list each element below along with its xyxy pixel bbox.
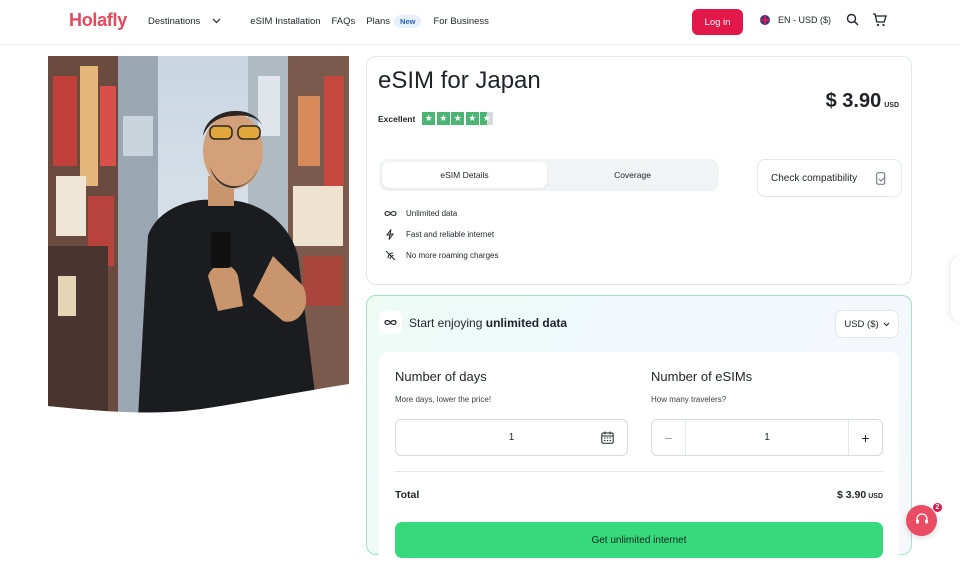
phone-check-icon — [876, 172, 887, 188]
star-icon: ★ — [422, 112, 436, 125]
days-title: Number of days — [395, 369, 487, 384]
rating-stars: ★ ★ ★ ★ ★ — [422, 112, 495, 125]
half-star-icon: ★ — [480, 112, 494, 125]
language-label: EN - USD ($) — [778, 15, 832, 25]
days-input[interactable]: 1 — [395, 419, 628, 456]
days-subtitle: More days, lower the price! — [395, 395, 492, 404]
esims-stepper: − 1 + — [651, 419, 883, 456]
nav-destinations[interactable]: Destinations — [148, 16, 239, 27]
product-tabs: eSIM Details Coverage — [379, 159, 719, 191]
login-button[interactable]: Log in — [692, 9, 743, 35]
feature-label: Fast and reliable internet — [406, 230, 495, 239]
rating: Excellent ★ ★ ★ ★ ★ — [378, 112, 495, 125]
product-card: eSIM for Japan Excellent ★ ★ ★ ★ ★ $ 3.9… — [366, 56, 912, 285]
get-unlimited-internet-button[interactable]: Get unlimited internet — [395, 522, 883, 558]
feature-item: Unlimited data — [383, 203, 498, 224]
lightning-icon — [383, 229, 397, 240]
days-value: 1 — [508, 432, 515, 443]
esims-value[interactable]: 1 — [686, 432, 848, 443]
feature-item: No more roaming charges — [383, 245, 498, 266]
esims-subtitle: How many travelers? — [651, 395, 727, 404]
chat-icon — [915, 512, 929, 530]
decrement-button[interactable]: − — [652, 420, 686, 455]
purchase-panel: Start enjoying unlimited data USD ($) Nu… — [366, 295, 912, 562]
currency-label: USD ($) — [844, 318, 879, 330]
star-icon: ★ — [465, 112, 479, 125]
currency-select[interactable]: USD ($) — [835, 310, 899, 338]
feature-label: Unlimited data — [406, 209, 458, 218]
language-selector[interactable]: EN - USD ($) — [760, 15, 831, 25]
panel-title: Start enjoying unlimited data — [409, 316, 567, 330]
main-nav: Destinations eSIM Installation FAQs Plan… — [148, 15, 500, 28]
price-amount: $ 3.90 — [825, 90, 882, 112]
tab-coverage[interactable]: Coverage — [549, 162, 716, 188]
uk-flag-icon — [760, 15, 770, 25]
tab-esim-details[interactable]: eSIM Details — [382, 162, 547, 188]
cart-icon[interactable] — [872, 12, 887, 32]
total-amount: $ 3.90 — [837, 489, 867, 501]
nav-for-business[interactable]: For Business — [433, 16, 488, 27]
divider — [395, 471, 883, 472]
product-title: eSIM for Japan — [378, 67, 541, 94]
side-drawer-handle[interactable] — [951, 256, 960, 322]
calendar-icon[interactable] — [601, 431, 614, 447]
panel-title-prefix: Start enjoying — [409, 315, 483, 330]
feature-label: No more roaming charges — [406, 251, 499, 260]
infinity-icon — [379, 311, 402, 334]
site-header: Holafly Destinations eSIM Installation F… — [0, 0, 960, 45]
feature-list: Unlimited data Fast and reliable interne… — [383, 203, 498, 266]
nav-esim-installation[interactable]: eSIM Installation — [250, 16, 320, 27]
search-icon[interactable] — [846, 13, 859, 31]
new-badge: New — [394, 15, 422, 28]
panel-header: Start enjoying unlimited data — [379, 311, 567, 334]
esims-title: Number of eSIMs — [651, 369, 753, 384]
panel-title-bold: unlimited data — [485, 315, 568, 330]
infinity-icon — [383, 210, 397, 217]
purchase-form: Number of days More days, lower the pric… — [379, 352, 899, 562]
nav-faqs[interactable]: FAQs — [332, 16, 356, 27]
chevron-down-icon — [883, 319, 890, 330]
hero-photo — [48, 56, 349, 418]
price-currency: USD — [884, 102, 899, 109]
no-roaming-icon — [383, 250, 397, 261]
total-label: Total — [395, 489, 420, 501]
chat-notification-badge: 2 — [932, 502, 943, 513]
check-compatibility-label: Check compatibility — [771, 172, 858, 184]
chevron-down-icon — [212, 16, 221, 27]
total-price: $ 3.90 USD — [837, 489, 883, 501]
total-currency: USD — [868, 493, 883, 500]
nav-plans[interactable]: Plans — [366, 16, 390, 27]
holafly-logo[interactable]: Holafly — [69, 10, 127, 32]
check-compatibility-button[interactable]: Check compatibility — [757, 159, 902, 197]
product-price: $ 3.90 USD — [826, 90, 899, 113]
increment-button[interactable]: + — [848, 420, 882, 455]
star-icon: ★ — [451, 112, 465, 125]
feature-item: Fast and reliable internet — [383, 224, 498, 245]
rating-label: Excellent — [378, 113, 416, 124]
star-icon: ★ — [436, 112, 450, 125]
nav-destinations-label: Destinations — [148, 16, 201, 27]
